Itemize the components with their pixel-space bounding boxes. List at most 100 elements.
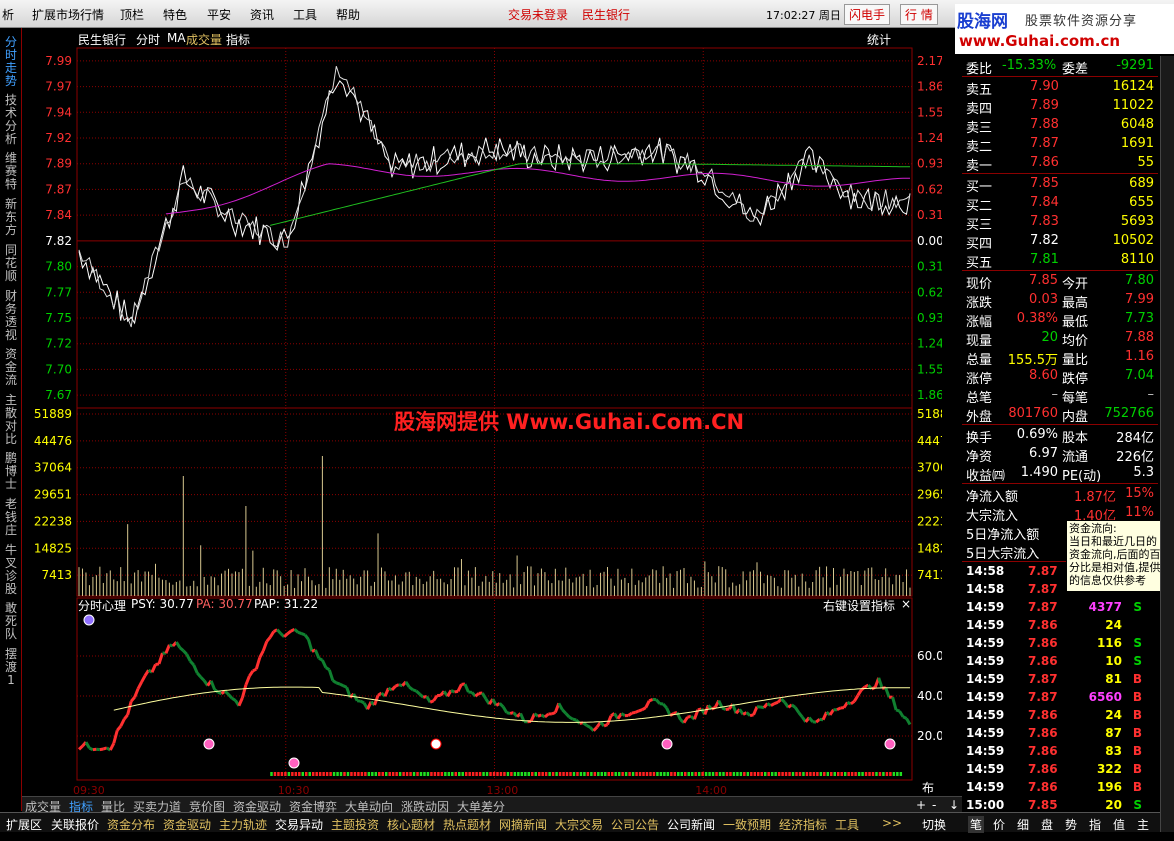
qtab-main[interactable]: 主 <box>1137 816 1149 833</box>
gem-marker-icon[interactable] <box>83 614 95 626</box>
vtab-technical[interactable]: 技术分析 <box>2 94 20 146</box>
status-tab-abnormal[interactable]: 交易异动 <box>275 816 323 833</box>
stat-row[interactable]: 涨停 8.60 跌停 7.04 <box>962 367 1158 387</box>
status-tab-block-trade[interactable]: 大宗交易 <box>555 816 603 833</box>
fin-row[interactable]: 收益㈣ 1.490 PE(动) 5.3 <box>962 464 1158 484</box>
status-tab-theme[interactable]: 主题投资 <box>331 816 379 833</box>
status-tab-extend[interactable]: 扩展区 <box>6 816 42 833</box>
tick-row[interactable]: 14:59 7.86 83 B <box>962 743 1158 761</box>
menu-item-extended-market[interactable]: 扩展市场行情 <box>32 6 104 23</box>
qtab-book[interactable]: 盘 <box>1041 816 1053 833</box>
status-tab-consensus[interactable]: 一致预期 <box>723 816 771 833</box>
weibi-row[interactable]: 委比 -15.33% 委差 -9291 <box>962 57 1158 77</box>
stat-row[interactable]: 现量 20 均价 7.88 <box>962 329 1158 349</box>
chart-ma[interactable]: MA <box>167 31 186 45</box>
vtab-timeshare[interactable]: 分时走势 <box>2 36 20 88</box>
tick-row[interactable]: 14:59 7.87 81 B <box>962 671 1158 689</box>
vtab-baidu[interactable]: 摆渡1 <box>2 648 20 687</box>
tick-row[interactable]: 14:59 7.87 6560 B <box>962 689 1158 707</box>
ask-row[interactable]: 卖四 7.89 11022 <box>962 97 1158 117</box>
qtab-detail[interactable]: 细 <box>1017 816 1029 833</box>
menu-item-top-bar[interactable]: 顶栏 <box>120 6 144 23</box>
bid-row[interactable]: 买三 7.83 5693 <box>962 213 1158 233</box>
tick-row[interactable]: 14:59 7.86 10 S <box>962 653 1158 671</box>
stats-button[interactable]: 统计 <box>867 31 891 48</box>
status-tab-fund-drive[interactable]: 资金驱动 <box>163 816 211 833</box>
stat-row[interactable]: 总量 155.5万 量比 1.16 <box>962 348 1158 368</box>
gem-marker-icon[interactable] <box>884 738 896 750</box>
tick-row[interactable]: 14:59 7.86 196 B <box>962 779 1158 797</box>
status-tab-company-news[interactable]: 公司新闻 <box>667 816 715 833</box>
tick-row[interactable]: 14:59 7.86 116 S <box>962 635 1158 653</box>
indicator-setting[interactable]: 右键设置指标 <box>823 597 895 614</box>
zoom-in-button[interactable]: + <box>916 798 926 812</box>
status-tab-more[interactable]: >> <box>882 816 902 830</box>
qtab-trend[interactable]: 势 <box>1065 816 1077 833</box>
bid-row[interactable]: 买一 7.85 689 <box>962 175 1158 195</box>
menu-item-pingan[interactable]: 平安 <box>207 6 231 23</box>
status-tab-fund-dist[interactable]: 资金分布 <box>107 816 155 833</box>
vtab-financial[interactable]: 财务透视 <box>2 290 20 342</box>
vtab-gansidui[interactable]: 敢死队 <box>2 602 20 641</box>
status-tab-core[interactable]: 核心题材 <box>387 816 435 833</box>
bid-row[interactable]: 买五 7.81 8110 <box>962 251 1158 271</box>
tick-row[interactable]: 14:59 7.86 24 B <box>962 707 1158 725</box>
tick-row[interactable]: 14:59 7.86 24 <box>962 617 1158 635</box>
gem-marker-icon[interactable] <box>430 738 442 750</box>
gem-marker-icon[interactable] <box>661 738 673 750</box>
menu-item-features[interactable]: 特色 <box>163 6 187 23</box>
chart-volume-label[interactable]: 成交量 <box>186 31 222 48</box>
menu-item-tools[interactable]: 工具 <box>293 6 317 23</box>
vtab-laoqianzhuang[interactable]: 老钱庄 <box>2 498 20 537</box>
menu-item-analysis[interactable]: 析 <box>2 6 14 23</box>
scroll-down-button[interactable]: ↓ <box>949 798 959 812</box>
vtab-niucha[interactable]: 牛叉诊股 <box>2 544 20 596</box>
vtab-pengboshi[interactable]: 鹏博士 <box>2 452 20 491</box>
quote-button[interactable]: 行 情 <box>900 4 938 25</box>
trade-status[interactable]: 交易未登录 <box>508 6 568 23</box>
ask-row[interactable]: 卖三 7.88 6048 <box>962 116 1158 136</box>
stat-row[interactable]: 现价 7.85 今开 7.80 <box>962 272 1158 292</box>
vtab-new-oriental[interactable]: 新东方 <box>2 198 20 237</box>
fin-row[interactable]: 换手 0.69% 股本 284亿 <box>962 426 1158 446</box>
flash-trade-button[interactable]: 闪电手 <box>844 4 891 25</box>
status-tab-hot[interactable]: 热点题材 <box>443 816 491 833</box>
stat-row[interactable]: 总笔 – 每笔 – <box>962 386 1158 406</box>
ask-row[interactable]: 卖一 7.86 55 <box>962 154 1158 174</box>
chart-indicator-label[interactable]: 指标 <box>226 31 250 48</box>
status-tab-switch[interactable]: 切换 <box>922 816 946 833</box>
vtab-weisaite[interactable]: 维赛特 <box>2 152 20 191</box>
tick-row[interactable]: 14:59 7.86 322 B <box>962 761 1158 779</box>
stat-row[interactable]: 外盘 801760 内盘 752766 <box>962 405 1158 425</box>
status-tab-announce[interactable]: 公司公告 <box>611 816 659 833</box>
vtab-tonghuashun[interactable]: 同花顺 <box>2 244 20 283</box>
qtab-price[interactable]: 价 <box>993 816 1005 833</box>
flow-row[interactable]: 净流入额 1.87亿 15% <box>962 485 1158 505</box>
menu-item-news[interactable]: 资讯 <box>250 6 274 23</box>
quote-scrollbar[interactable] <box>1160 56 1174 832</box>
chart-area[interactable]: 7.99 2.17% 7.97 1.86% 7.94 1.55% 7.92 1.24% 7.89… <box>22 28 942 812</box>
fin-row[interactable]: 净资 6.97 流通 226亿 <box>962 445 1158 465</box>
vtab-fund-flow[interactable]: 资金流 <box>2 348 20 387</box>
qtab-value[interactable]: 值 <box>1113 816 1125 833</box>
status-tab-news-digest[interactable]: 网摘新闻 <box>499 816 547 833</box>
stat-row[interactable]: 涨幅 0.38% 最低 7.73 <box>962 310 1158 330</box>
qtab-index[interactable]: 指 <box>1089 816 1101 833</box>
tick-row[interactable]: 14:59 7.86 87 B <box>962 725 1158 743</box>
gem-marker-icon[interactable] <box>203 738 215 750</box>
status-tab-related[interactable]: 关联报价 <box>51 816 99 833</box>
menu-item-help[interactable]: 帮助 <box>336 6 360 23</box>
close-icon[interactable]: × <box>901 597 911 611</box>
status-tab-tools[interactable]: 工具 <box>835 816 859 833</box>
ask-row[interactable]: 卖五 7.90 16124 <box>962 78 1158 98</box>
zoom-out-button[interactable]: - <box>932 798 936 812</box>
qtab-trades[interactable]: 笔 <box>968 816 985 833</box>
vtab-main-vs-retail[interactable]: 主散对比 <box>2 394 20 446</box>
ask-row[interactable]: 卖二 7.87 1691 <box>962 135 1158 155</box>
tick-row[interactable]: 14:59 7.87 4377 S <box>962 599 1158 617</box>
bid-row[interactable]: 买四 7.82 10502 <box>962 232 1158 252</box>
stat-row[interactable]: 涨跌 0.03 最高 7.99 <box>962 291 1158 311</box>
status-tab-main-track[interactable]: 主力轨迹 <box>219 816 267 833</box>
status-tab-economic[interactable]: 经济指标 <box>779 816 827 833</box>
gem-marker-icon[interactable] <box>288 757 300 769</box>
